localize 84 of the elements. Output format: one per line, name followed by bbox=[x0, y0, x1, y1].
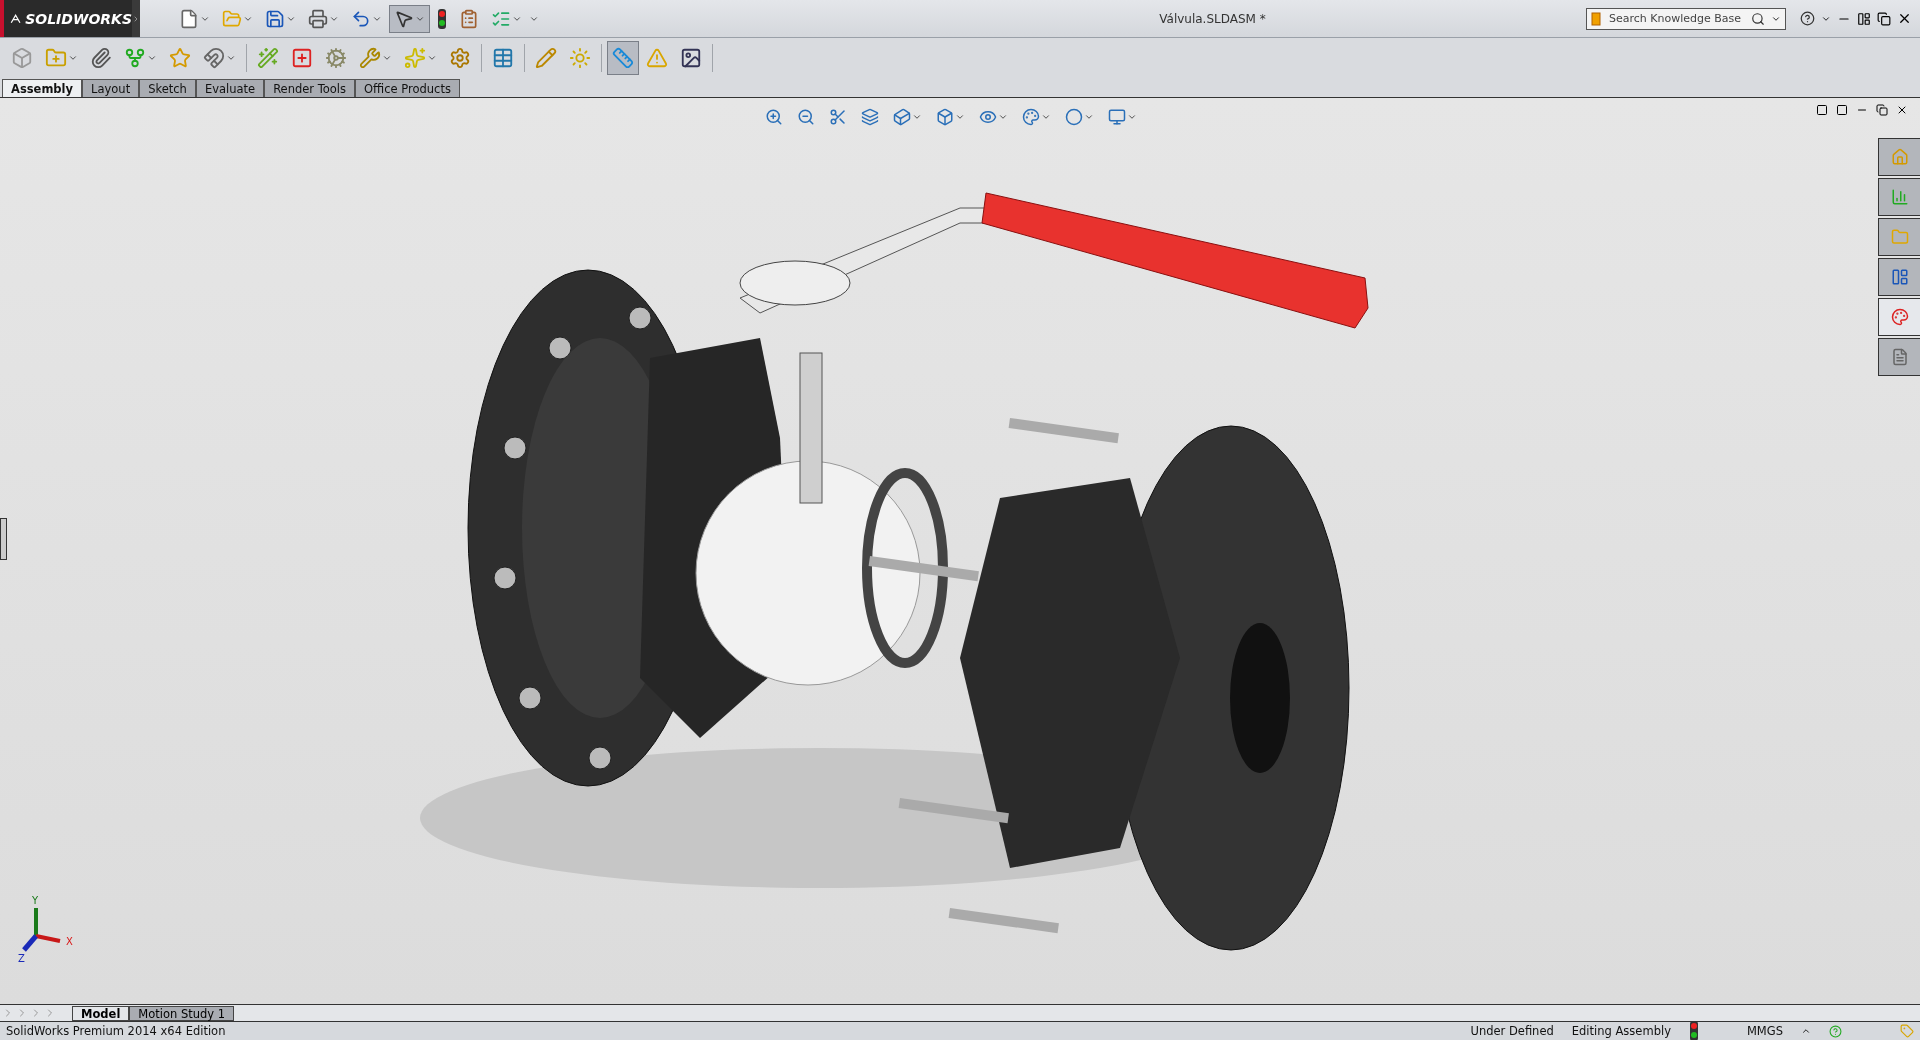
editing-mode-status: Editing Assembly bbox=[1571, 1024, 1671, 1038]
caret-icon bbox=[912, 112, 922, 122]
x-axis-label: X bbox=[66, 936, 73, 947]
logo-text: SOLIDWORKS bbox=[25, 10, 132, 27]
traffic-light-icon bbox=[437, 7, 447, 30]
zoom-fit-icon bbox=[765, 108, 783, 126]
search-icon bbox=[1751, 11, 1765, 26]
caret-icon bbox=[382, 53, 392, 63]
display-style-icon bbox=[936, 108, 954, 126]
window-title: Válvula.SLDASM * bbox=[1159, 11, 1266, 26]
box-icon bbox=[11, 47, 33, 69]
close-icon[interactable] bbox=[1897, 11, 1912, 26]
folder-plus-icon bbox=[45, 47, 67, 69]
command-tab[interactable]: Evaluate bbox=[195, 79, 265, 97]
pencil-icon bbox=[535, 47, 557, 69]
caret-icon bbox=[998, 112, 1008, 122]
wrench-icon bbox=[359, 47, 381, 69]
command-tab[interactable]: Office Products bbox=[355, 79, 460, 97]
cogwheels-icon bbox=[449, 47, 471, 69]
appearance-icon bbox=[1890, 308, 1909, 326]
command-tab[interactable]: Sketch bbox=[139, 79, 196, 97]
view-tab[interactable]: Model bbox=[72, 1005, 130, 1021]
table-icon bbox=[492, 47, 514, 69]
task-pane-tab[interactable] bbox=[1878, 218, 1920, 256]
tile-icon[interactable] bbox=[1857, 11, 1871, 26]
triad-axes-drawing bbox=[22, 908, 61, 952]
new-file-icon bbox=[179, 8, 199, 29]
task-pane-tab[interactable] bbox=[1878, 258, 1920, 296]
restore-icon[interactable] bbox=[1877, 11, 1891, 26]
help-icon[interactable] bbox=[1800, 11, 1815, 26]
caret-icon bbox=[427, 53, 437, 63]
caret-icon bbox=[1084, 112, 1094, 122]
command-tab[interactable]: Render Tools bbox=[264, 79, 356, 97]
caret-icon bbox=[147, 53, 157, 63]
task-pane-tab[interactable] bbox=[1878, 138, 1920, 176]
clipboard-icon bbox=[459, 8, 479, 29]
close-icon[interactable] bbox=[1896, 104, 1908, 116]
command-tab[interactable]: Layout bbox=[82, 79, 140, 97]
restore-icon[interactable] bbox=[1876, 104, 1888, 116]
panel-handle[interactable] bbox=[0, 518, 7, 560]
appearance-icon bbox=[1022, 108, 1040, 126]
task-pane-tab[interactable] bbox=[1878, 298, 1920, 336]
y-axis-label: Y bbox=[32, 895, 39, 906]
picture-icon bbox=[680, 47, 702, 69]
plus-box-icon bbox=[291, 47, 313, 69]
warning-icon bbox=[646, 47, 668, 69]
view-orientation-icon bbox=[893, 108, 911, 126]
caret-icon bbox=[1041, 112, 1051, 122]
star-icon bbox=[169, 47, 191, 69]
caret-icon bbox=[1127, 112, 1137, 122]
search-box[interactable]: Search Knowledge Base bbox=[1586, 7, 1786, 30]
open-folder-icon bbox=[222, 8, 242, 29]
ruler-icon bbox=[612, 47, 634, 69]
wand-icon bbox=[257, 47, 279, 69]
z-axis-label: Z bbox=[18, 953, 25, 964]
search-field[interactable]: Search Knowledge Base bbox=[1607, 11, 1745, 26]
toolbar-button[interactable] bbox=[389, 4, 430, 33]
save-icon bbox=[265, 8, 285, 29]
edition-text: SolidWorks Premium 2014 x64 Edition bbox=[6, 1024, 227, 1038]
fork-icon bbox=[124, 47, 146, 69]
magnet-icon bbox=[203, 47, 225, 69]
view-tab[interactable]: Motion Study 1 bbox=[129, 1005, 235, 1021]
command-tab[interactable]: Assembly bbox=[2, 79, 83, 97]
split-right-icon[interactable] bbox=[1836, 104, 1848, 116]
book-icon bbox=[1591, 11, 1601, 26]
caret-icon bbox=[955, 112, 965, 122]
task-pane-tab[interactable] bbox=[1878, 338, 1920, 376]
sparkle-icon bbox=[404, 47, 426, 69]
units-status[interactable]: MMGS bbox=[1746, 1024, 1783, 1038]
caret-icon bbox=[68, 53, 78, 63]
gears-icon bbox=[325, 47, 347, 69]
undo-icon bbox=[351, 8, 371, 29]
printer-icon bbox=[308, 8, 328, 29]
view-settings-icon bbox=[1108, 108, 1126, 126]
paperclip-icon bbox=[90, 47, 112, 69]
task-pane-tab[interactable] bbox=[1878, 178, 1920, 216]
definition-status: Under Defined bbox=[1470, 1024, 1554, 1038]
sun-icon bbox=[569, 47, 591, 69]
caret-icon bbox=[226, 53, 236, 63]
split-left-icon[interactable] bbox=[1816, 104, 1828, 116]
folder-icon bbox=[1890, 228, 1909, 246]
caret-icon[interactable] bbox=[1801, 1026, 1811, 1036]
home-icon bbox=[1890, 148, 1909, 166]
menu-expand-icon[interactable] bbox=[132, 14, 140, 23]
